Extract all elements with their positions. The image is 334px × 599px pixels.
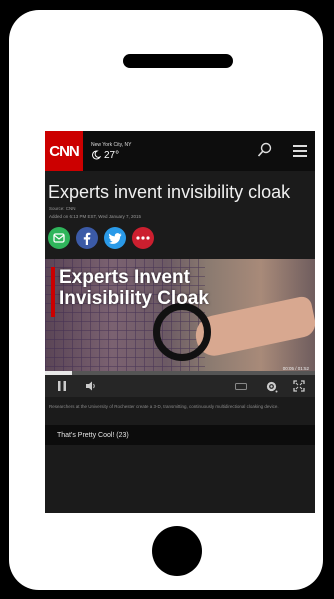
share-twitter-button[interactable] [104,227,126,249]
share-facebook-button[interactable] [76,227,98,249]
article-source: Source: CNN [49,206,76,211]
article-headline: Experts invent invisibility cloak [48,182,291,202]
facebook-icon [83,232,91,245]
weather-temp: 27° [104,149,120,161]
share-more-button[interactable] [132,227,154,249]
phone-frame: CNN New York City, NY 27° Experts invent… [9,10,323,590]
captions-icon[interactable] [235,383,247,390]
video-controls [45,375,315,397]
comments-label: That's Pretty Cool! (23) [57,431,129,439]
video-title-line1: Experts Invent [59,267,190,288]
message-icon [53,233,65,243]
settings-gear-icon[interactable] [265,380,278,393]
weather-city: New York City, NY [91,141,132,148]
article-date: Added on 6:13 PM EST, Wed January 7, 201… [49,214,141,219]
weather-widget[interactable]: New York City, NY 27° [91,142,131,161]
cnn-logo[interactable]: CNN [45,131,83,171]
video-title-accent [51,267,55,317]
video-caption: Researchers at the University of Rochest… [49,404,279,409]
share-row [45,221,315,249]
comments-button[interactable]: That's Pretty Cool! (23) [45,425,315,445]
video-title-line2: Invisibility Cloak [59,288,209,309]
more-icon [136,236,150,240]
menu-icon[interactable] [293,145,307,157]
video-thumbnail-lens [153,303,211,361]
phone-speaker [123,54,233,68]
share-message-button[interactable] [48,227,70,249]
pause-icon[interactable] [57,380,67,392]
phone-screen: CNN New York City, NY 27° Experts invent… [45,131,315,513]
fullscreen-icon[interactable] [293,380,305,392]
weather-moon-icon [92,150,101,160]
twitter-icon [108,232,121,244]
top-bar: CNN New York City, NY 27° [45,131,315,171]
search-icon[interactable] [257,142,273,158]
volume-icon[interactable] [85,380,97,392]
video-player[interactable]: Experts Invent Invisibility Cloak 00:05 … [45,259,315,375]
home-button[interactable] [152,526,202,576]
video-title: Experts Invent Invisibility Cloak [59,267,209,309]
